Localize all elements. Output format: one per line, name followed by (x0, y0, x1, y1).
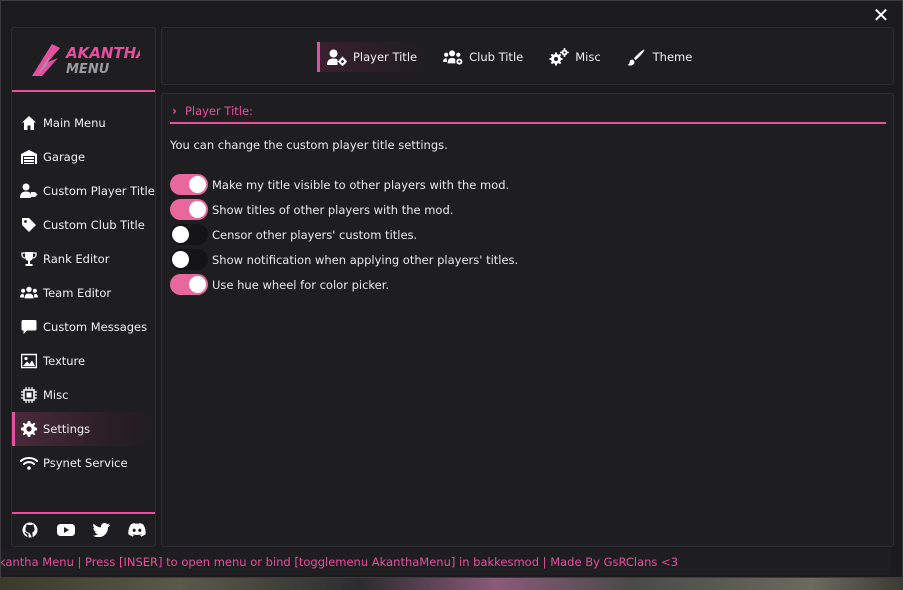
toggle-label: Show titles of other players with the mo… (212, 202, 454, 217)
sidebar-item-custom-messages[interactable]: Custom Messages (12, 310, 155, 344)
sidebar-item-label: Custom Club Title (43, 218, 145, 232)
brush-icon (627, 48, 647, 66)
sidebar-item-main-menu[interactable]: Main Menu (12, 106, 155, 140)
sidebar-item-garage[interactable]: Garage (12, 140, 155, 174)
sidebar-nav: Main Menu Garage Custom Player Title Cus… (12, 106, 155, 480)
sidebar-item-label: Misc (43, 388, 69, 402)
sidebar-item-texture[interactable]: Texture (12, 344, 155, 378)
tab-theme[interactable]: Theme (617, 42, 703, 72)
tab-misc[interactable]: Misc (539, 42, 610, 72)
censor-titles-toggle[interactable] (170, 224, 208, 245)
content-panel: › Player Title: You can change the custo… (161, 93, 894, 547)
twitter-icon[interactable] (92, 521, 110, 539)
toggle-knob (189, 201, 206, 218)
brand-line1: AKANTHA (65, 44, 140, 62)
social-links (12, 512, 155, 546)
brand-logo: AKANTHA MENU (12, 28, 155, 92)
toggle-row: Show notification when applying other pl… (170, 247, 518, 272)
sidebar-item-custom-club-title[interactable]: Custom Club Title (12, 208, 155, 242)
sidebar-item-label: Texture (43, 354, 86, 368)
toggle-knob (189, 176, 206, 193)
status-text: kantha Menu | Press [INSER] to open menu… (1, 555, 679, 569)
sidebar-item-settings[interactable]: Settings (12, 412, 155, 446)
gear-icon (20, 420, 38, 438)
toggle-knob (189, 276, 206, 293)
trophy-icon (20, 250, 38, 268)
sidebar-item-label: Garage (43, 150, 86, 164)
comment-icon (20, 318, 38, 336)
sidebar-item-custom-player-title[interactable]: Custom Player Title (12, 174, 155, 208)
tab-bar: Player Title Club Title Misc Theme (161, 27, 894, 85)
tab-label: Theme (652, 50, 693, 64)
chip-icon (20, 386, 38, 404)
sidebar-item-label: Custom Messages (43, 320, 148, 334)
discord-icon[interactable] (128, 521, 146, 539)
youtube-icon[interactable] (56, 521, 75, 539)
gears-icon (549, 48, 570, 66)
tab-label: Player Title (353, 50, 418, 64)
sidebar-item-label: Main Menu (43, 116, 106, 130)
tag-icon (20, 216, 38, 234)
toggle-row: Make my title visible to other players w… (170, 172, 518, 197)
section-title: Player Title: (184, 104, 253, 118)
toggle-label: Make my title visible to other players w… (212, 177, 510, 192)
toggle-row: Censor other players' custom titles. (170, 222, 518, 247)
tabs: Player Title Club Title Misc Theme (317, 42, 702, 72)
wifi-icon (20, 454, 38, 472)
sidebar-item-label: Rank Editor (43, 252, 110, 266)
chevron-right-icon: › (172, 104, 177, 118)
image-icon (20, 352, 38, 370)
toggle-knob (172, 226, 189, 243)
toggle-label: Censor other players' custom titles. (212, 227, 418, 242)
users-icon (20, 284, 38, 302)
sidebar-item-team-editor[interactable]: Team Editor (12, 276, 155, 310)
user-tag-icon (20, 182, 38, 200)
toggle-list: Make my title visible to other players w… (170, 172, 518, 297)
brand-line2: MENU (66, 62, 110, 77)
sidebar-item-label: Custom Player Title (43, 184, 155, 198)
toggle-row: Use hue wheel for color picker. (170, 272, 518, 297)
github-icon[interactable] (21, 521, 39, 539)
sidebar-item-label: Settings (43, 422, 91, 436)
tab-club-title[interactable]: Club Title (433, 42, 533, 72)
section-description: You can change the custom player title s… (170, 138, 448, 152)
sidebar-item-label: Team Editor (43, 286, 112, 300)
toggle-row: Show titles of other players with the mo… (170, 197, 518, 222)
sidebar-item-psynet-service[interactable]: Psynet Service (12, 446, 155, 480)
toggle-label: Use hue wheel for color picker. (212, 277, 390, 292)
tab-player-title[interactable]: Player Title (317, 42, 428, 72)
tab-label: Misc (575, 50, 601, 64)
sidebar-item-label: Psynet Service (43, 456, 128, 470)
user-gear-icon (327, 48, 347, 66)
toggle-knob (172, 251, 189, 268)
sidebar-item-rank-editor[interactable]: Rank Editor (12, 242, 155, 276)
section-header[interactable]: › Player Title: (170, 100, 886, 124)
title-visible-toggle[interactable] (170, 174, 208, 195)
close-icon[interactable]: ✕ (872, 5, 890, 25)
toggle-label: Show notification when applying other pl… (212, 252, 519, 267)
status-bar: kantha Menu | Press [INSER] to open menu… (1, 549, 891, 575)
show-titles-toggle[interactable] (170, 199, 208, 220)
sidebar: AKANTHA MENU Main Menu Garage Custom Pla… (11, 27, 156, 547)
menu-window: ✕ AKANTHA MENU Main Menu Garage Custom P… (0, 0, 903, 578)
users-gear-icon (443, 48, 463, 66)
tab-label: Club Title (469, 50, 524, 64)
hue-wheel-toggle[interactable] (170, 274, 208, 295)
show-notification-toggle[interactable] (170, 249, 208, 270)
garage-icon (20, 148, 38, 166)
sidebar-item-misc[interactable]: Misc (12, 378, 155, 412)
home-icon (20, 114, 38, 132)
